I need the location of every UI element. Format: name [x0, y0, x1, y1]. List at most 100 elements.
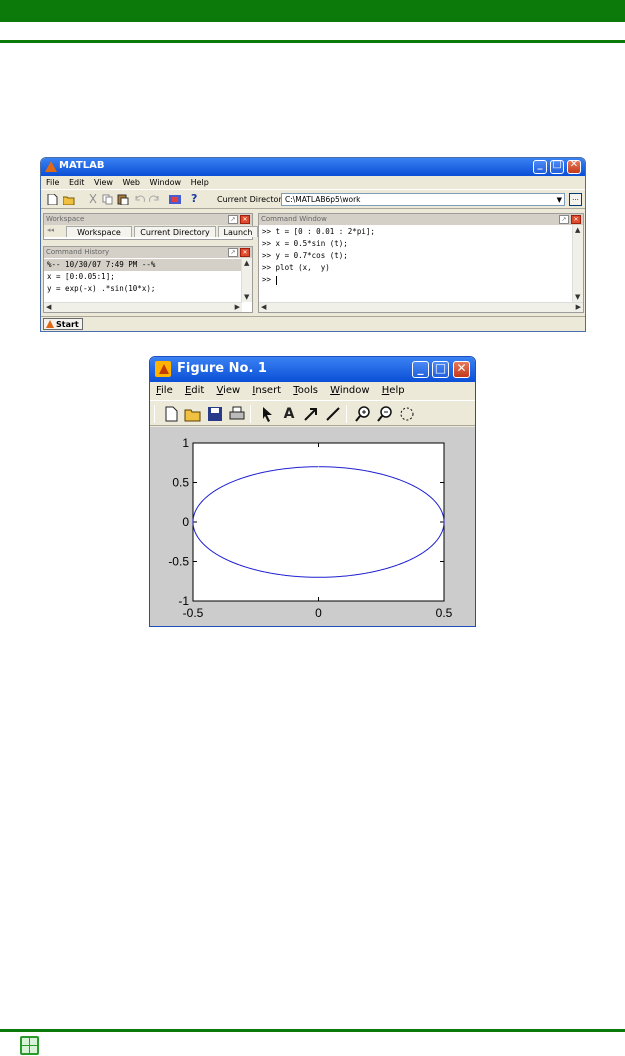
pointer-icon[interactable]: [258, 405, 276, 423]
maximize-icon: □: [434, 361, 447, 375]
tab-workspace[interactable]: Workspace: [66, 226, 132, 237]
figure-toolbar: A: [150, 400, 475, 426]
figure-title-bar[interactable]: Figure No. 1 _ □ ✕: [150, 357, 475, 382]
matlab-logo-icon: [155, 361, 171, 377]
scroll-left-icon[interactable]: ◀: [46, 303, 51, 311]
menu-web[interactable]: Web: [123, 178, 140, 187]
close-button[interactable]: ✕: [453, 361, 470, 378]
command-window-text[interactable]: >> t = [0 : 0.01 : 2*pi]; >> x = 0.5*sin…: [259, 226, 571, 286]
history-row[interactable]: y = exp(-x) .*sin(10*x);: [44, 283, 242, 295]
figure-menu-tools[interactable]: Tools: [293, 385, 318, 396]
insert-text-icon[interactable]: A: [280, 405, 298, 423]
maximize-button[interactable]: □: [550, 159, 564, 174]
close-icon[interactable]: ✕: [571, 215, 581, 224]
x-tick-label: -0.5: [183, 606, 204, 620]
history-row[interactable]: x = [0:0.05:1];: [44, 271, 242, 283]
history-list: %-- 10/30/07 7:49 PM --% x = [0:0.05:1];…: [44, 259, 242, 303]
figure-menu-window[interactable]: Window: [330, 385, 369, 396]
close-icon[interactable]: ✕: [240, 248, 250, 257]
scroll-right-icon[interactable]: ▶: [235, 303, 240, 311]
command-line: >> plot (x, y): [262, 263, 330, 272]
y-tick-label: 0.5: [172, 476, 189, 490]
top-green-bar: [0, 0, 625, 22]
redo-icon[interactable]: [148, 194, 160, 205]
scroll-up-icon[interactable]: ▲: [244, 259, 249, 267]
workspace-header: Workspace ↗ ✕: [44, 214, 252, 225]
menu-edit[interactable]: Edit: [69, 178, 85, 187]
matlab-window-title: MATLAB: [59, 160, 105, 171]
figure-menu-file[interactable]: File: [156, 385, 173, 396]
workspace-pane: Workspace ↗ ✕ ◂◂ Workspace Current Direc…: [43, 213, 258, 240]
workspace-title: Workspace: [46, 215, 85, 223]
zoom-in-icon[interactable]: [354, 405, 372, 423]
current-directory-value: C:\MATLAB6p5\work: [285, 195, 361, 204]
scroll-left-icon[interactable]: ◀: [261, 303, 266, 311]
copy-icon[interactable]: [102, 194, 114, 205]
print-icon[interactable]: [228, 405, 246, 423]
save-icon[interactable]: [206, 405, 224, 423]
maximize-icon: □: [552, 159, 562, 170]
new-file-icon[interactable]: [46, 194, 58, 205]
history-vertical-scrollbar[interactable]: ▲ ▼: [241, 258, 252, 302]
matlab-logo-icon: [45, 161, 57, 172]
undock-icon[interactable]: ↗: [228, 248, 238, 257]
help-icon[interactable]: ?: [191, 192, 203, 205]
minimize-button[interactable]: _: [412, 361, 429, 378]
minimize-icon: _: [537, 159, 543, 170]
undo-icon[interactable]: [134, 194, 146, 205]
bottom-divider: [0, 1029, 625, 1032]
workspace-tabs: ◂◂ Workspace Current Directory Launch: [44, 225, 258, 237]
figure-window: Figure No. 1 _ □ ✕ File Edit View Insert…: [149, 356, 476, 627]
matlab-title-bar[interactable]: MATLAB _ □ ✕: [41, 158, 585, 176]
figure-menu-view[interactable]: View: [217, 385, 241, 396]
browse-button[interactable]: ...: [569, 193, 582, 206]
new-figure-icon[interactable]: [162, 405, 180, 423]
close-button[interactable]: ✕: [567, 159, 581, 174]
open-folder-icon[interactable]: [63, 194, 75, 205]
menu-window[interactable]: Window: [150, 178, 182, 187]
open-file-icon[interactable]: [184, 405, 202, 423]
current-directory-field[interactable]: C:\MATLAB6p5\work ▼: [281, 193, 565, 206]
maximize-button[interactable]: □: [432, 361, 449, 378]
start-button[interactable]: Start: [43, 318, 83, 330]
matlab-logo-icon: [46, 320, 54, 328]
rotate-3d-icon[interactable]: [398, 405, 416, 423]
command-horizontal-scrollbar[interactable]: ◀ ▶: [259, 302, 583, 312]
command-history-pane: Command History ↗ ✕ %-- 10/30/07 7:49 PM…: [43, 246, 253, 313]
y-tick-label: 0: [182, 515, 189, 529]
menu-help[interactable]: Help: [191, 178, 209, 187]
undock-icon[interactable]: ↗: [559, 215, 569, 224]
scroll-down-icon[interactable]: ▼: [244, 293, 249, 301]
scroll-right-icon[interactable]: ▶: [576, 303, 581, 311]
toolbar-grip: [154, 405, 155, 423]
command-window-pane: Command Window ↗ ✕ >> t = [0 : 0.01 : 2*…: [258, 213, 584, 313]
command-prompt-row[interactable]: >>: [259, 274, 571, 286]
figure-menu-insert[interactable]: Insert: [252, 385, 281, 396]
zoom-out-icon[interactable]: [376, 405, 394, 423]
history-horizontal-scrollbar[interactable]: ◀ ▶: [44, 302, 242, 312]
minimize-button[interactable]: _: [533, 159, 547, 174]
figure-menu-edit[interactable]: Edit: [185, 385, 204, 396]
chevron-down-icon[interactable]: ▼: [557, 194, 562, 206]
command-vertical-scrollbar[interactable]: ▲ ▼: [572, 225, 583, 302]
text-cursor: [275, 275, 277, 285]
plot-svg: -1-0.500.51-0.5 0 0.5: [168, 436, 452, 620]
history-row[interactable]: %-- 10/30/07 7:49 PM --%: [44, 259, 242, 271]
close-icon[interactable]: ✕: [240, 215, 250, 224]
top-divider: [0, 40, 625, 43]
insert-arrow-icon[interactable]: [302, 405, 320, 423]
figure-menu-help[interactable]: Help: [382, 385, 405, 396]
insert-line-icon[interactable]: [324, 405, 342, 423]
tab-current-directory[interactable]: Current Directory: [134, 226, 216, 237]
tabs-scroll-icon[interactable]: ◂◂: [47, 226, 54, 234]
scroll-down-icon[interactable]: ▼: [575, 293, 580, 301]
tab-launch[interactable]: Launch: [218, 226, 258, 237]
paste-icon[interactable]: [117, 194, 129, 205]
close-icon: ✕: [456, 361, 467, 375]
undock-icon[interactable]: ↗: [228, 215, 238, 224]
simulink-icon[interactable]: [169, 194, 181, 205]
menu-view[interactable]: View: [94, 178, 113, 187]
menu-file[interactable]: File: [46, 178, 59, 187]
scroll-up-icon[interactable]: ▲: [575, 226, 580, 234]
cut-icon[interactable]: [87, 194, 99, 205]
